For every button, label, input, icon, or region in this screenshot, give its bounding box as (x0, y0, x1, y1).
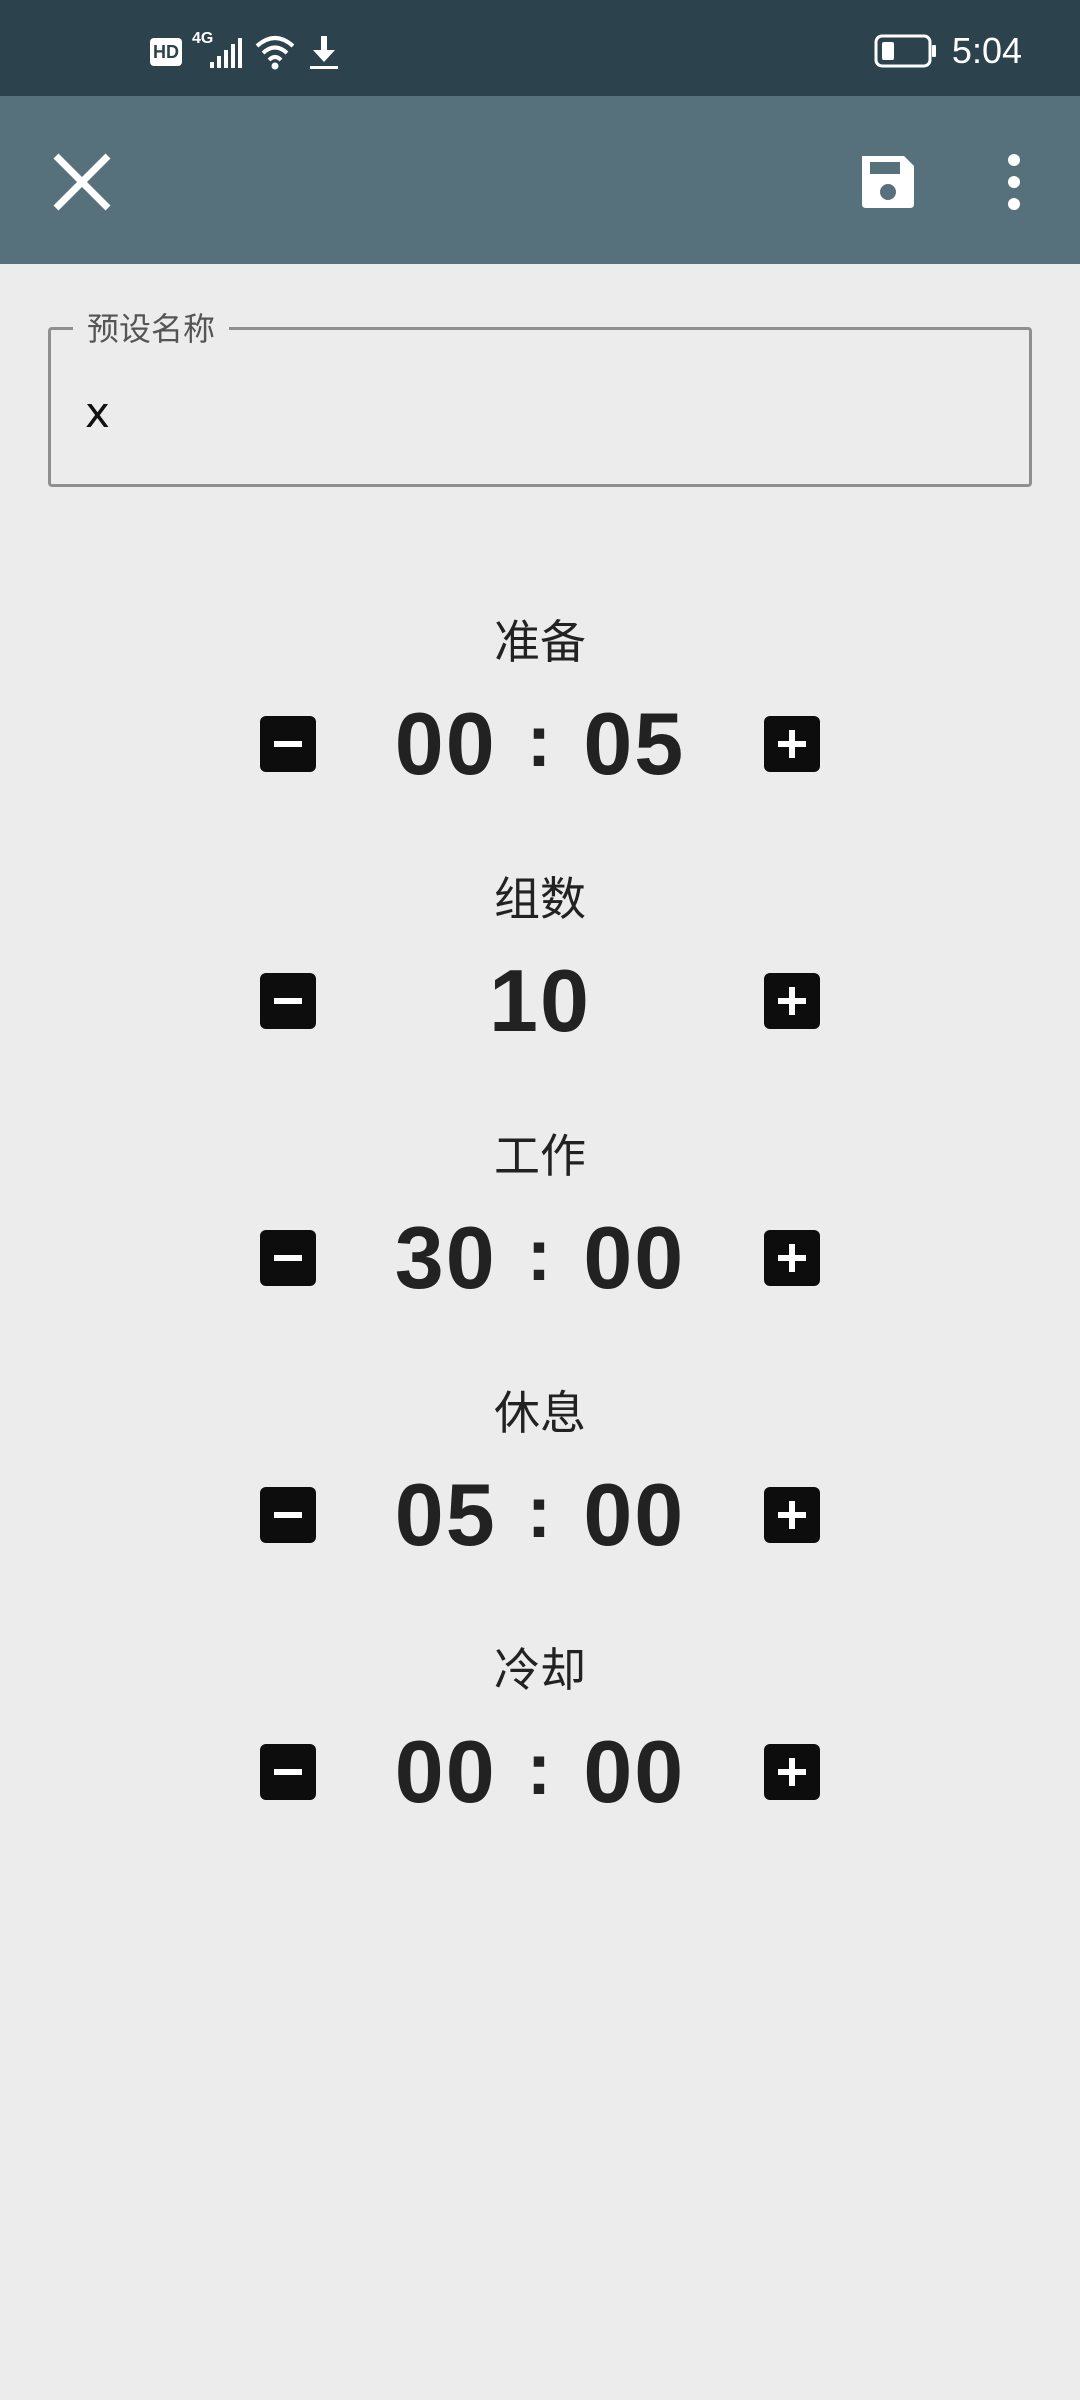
prepare-increment-button[interactable] (764, 716, 820, 772)
app-toolbar (0, 96, 1080, 264)
rest-section: 休息 05 : 00 (0, 1383, 1080, 1603)
hd-icon: HD (150, 38, 182, 66)
plus-icon (778, 730, 806, 758)
rest-increment-button[interactable] (764, 1487, 820, 1543)
sets-section: 组数 10 (0, 869, 1080, 1089)
prepare-section: 准备 00 : 05 (0, 612, 1080, 832)
work-section: 工作 30 : 00 (0, 1126, 1080, 1346)
more-options-button[interactable] (972, 140, 1056, 224)
rest-seconds: 00 (583, 1465, 686, 1564)
status-icons-left: HD 4G (150, 30, 342, 74)
save-button[interactable] (846, 140, 930, 224)
work-label: 工作 (494, 1129, 586, 1183)
sets-value: 10 (489, 951, 591, 1050)
plus-icon (778, 987, 806, 1015)
minus-icon (274, 1512, 302, 1518)
cooldown-increment-button[interactable] (764, 1744, 820, 1800)
rest-minutes: 05 (394, 1465, 497, 1564)
time-separator: : (526, 1469, 554, 1553)
prepare-minutes: 00 (394, 694, 497, 793)
sets-increment-button[interactable] (764, 973, 820, 1029)
more-vert-icon (1008, 154, 1020, 210)
wifi-icon (254, 34, 296, 70)
cooldown-time-value: 00 : 00 (340, 1722, 740, 1822)
prepare-decrement-button[interactable] (260, 716, 316, 772)
sets-value-row: 10 (340, 951, 740, 1051)
cooldown-section: 冷却 00 : 00 (0, 1640, 1080, 1860)
download-icon (306, 34, 342, 70)
minus-icon (274, 1769, 302, 1775)
work-seconds: 00 (583, 1208, 686, 1307)
plus-icon (778, 1244, 806, 1272)
time-separator: : (526, 1726, 554, 1810)
close-button[interactable] (40, 140, 124, 224)
sets-decrement-button[interactable] (260, 973, 316, 1029)
close-icon (53, 153, 111, 211)
preset-name-field[interactable]: 预设名称 (48, 304, 1032, 487)
battery-icon (874, 34, 938, 68)
rest-label: 休息 (494, 1386, 586, 1440)
work-time-value: 30 : 00 (340, 1208, 740, 1308)
time-separator: : (526, 698, 554, 782)
work-increment-button[interactable] (764, 1230, 820, 1286)
minus-icon (274, 741, 302, 747)
prepare-time-value: 00 : 05 (340, 694, 740, 794)
prepare-seconds: 05 (583, 694, 686, 793)
work-decrement-button[interactable] (260, 1230, 316, 1286)
cooldown-minutes: 00 (394, 1722, 497, 1821)
hd-label: HD (153, 41, 179, 62)
signal-icon: 4G (192, 30, 244, 70)
cooldown-seconds: 00 (583, 1722, 686, 1821)
rest-time-value: 05 : 00 (340, 1465, 740, 1565)
status-time: 5:04 (951, 30, 1022, 71)
preset-name-input[interactable] (85, 382, 985, 442)
cooldown-label: 冷却 (494, 1643, 586, 1697)
minus-icon (274, 1255, 302, 1261)
time-separator: : (526, 1212, 554, 1296)
save-icon (862, 156, 914, 208)
preset-name-label: 预设名称 (73, 304, 230, 350)
rest-decrement-button[interactable] (260, 1487, 316, 1543)
status-bar: HD 4G 5:04 (0, 0, 1080, 96)
plus-icon (778, 1758, 806, 1786)
work-minutes: 30 (394, 1208, 497, 1307)
minus-icon (274, 998, 302, 1004)
prepare-label: 准备 (494, 615, 586, 669)
plus-icon (778, 1501, 806, 1529)
status-icons-right: 5:04 (874, 26, 1022, 76)
sets-label: 组数 (494, 872, 586, 926)
cooldown-decrement-button[interactable] (260, 1744, 316, 1800)
